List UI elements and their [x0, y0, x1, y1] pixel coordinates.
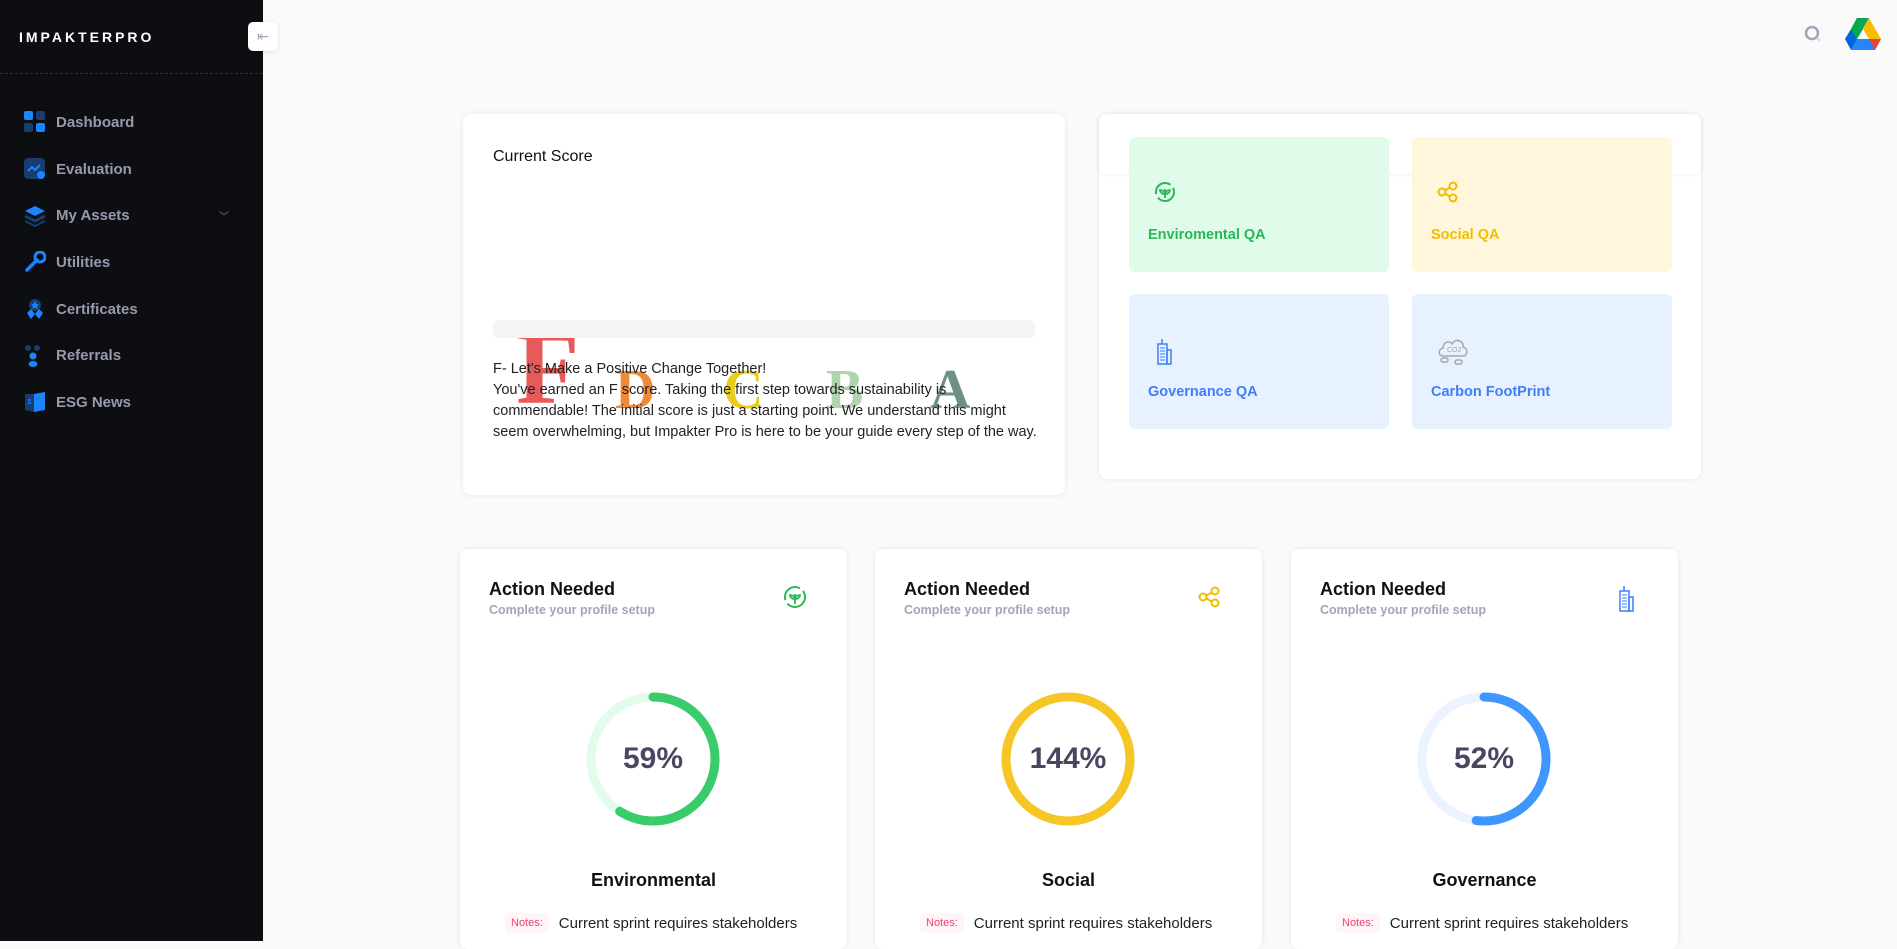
plant-icon — [783, 585, 807, 614]
sidebar: IMPAKTERPRO ⇤ Dashboard Evaluation My As… — [0, 0, 278, 941]
qa-label: Social QA — [1431, 227, 1500, 243]
percent-label: 59% — [622, 742, 684, 775]
environmental-qa-tile[interactable]: Enviromental QA — [1129, 137, 1389, 272]
sidebar-item-label: Dashboard — [56, 113, 135, 131]
sidebar-item-dashboard[interactable]: Dashboard — [0, 99, 263, 146]
sidebar-item-label: Evaluation — [56, 160, 132, 178]
award-icon — [24, 298, 46, 320]
building-icon — [1154, 338, 1176, 371]
book-icon — [24, 391, 46, 413]
qa-label: Carbon FootPrint — [1431, 384, 1551, 400]
sidebar-item-referrals[interactable]: Referrals — [0, 332, 263, 379]
sidebar-item-esg-news[interactable]: ESG News — [0, 379, 263, 426]
building-icon — [1616, 585, 1638, 618]
qa-label: Enviromental QA — [1148, 227, 1266, 243]
action-subtitle: Complete your profile setup — [904, 603, 1070, 617]
arrow-left-icon: ⇤ — [257, 28, 269, 44]
category-label: Environmental — [590, 870, 717, 890]
score-body: You've earned an F score. Taking the fir… — [493, 382, 1037, 440]
action-title: Action Needed — [1320, 579, 1447, 599]
carbon-footprint-tile[interactable]: CO2 Carbon FootPrint — [1412, 294, 1672, 429]
score-progress-track — [493, 320, 1035, 338]
category-label: Governance — [1432, 870, 1537, 890]
divider — [0, 73, 263, 74]
score-headline: F- Let's Make a Positive Change Together… — [493, 361, 767, 377]
co2-cloud-icon: CO2 — [1437, 334, 1469, 371]
category-label: Social — [1041, 870, 1096, 890]
percent-label: 52% — [1453, 742, 1515, 775]
sidebar-item-label: ESG News — [56, 393, 132, 411]
svg-text:CO2: CO2 — [1447, 347, 1462, 354]
dashboard-icon — [24, 111, 46, 133]
plant-icon — [1154, 181, 1176, 208]
search-icon[interactable] — [1803, 24, 1823, 49]
share-icon — [1437, 181, 1459, 208]
logo: IMPAKTERPRO — [19, 29, 155, 45]
sidebar-item-label: Certificates — [56, 300, 138, 318]
action-card-environmental: Action Needed Complete your profile setu… — [460, 549, 847, 949]
sidebar-item-label: Referrals — [56, 347, 122, 365]
sidebar-item-certificates[interactable]: Certificates — [0, 286, 263, 333]
sidebar-item-label: Utilities — [56, 253, 111, 271]
notes-badge: Notes: — [920, 913, 964, 933]
notes-text: Current sprint requires stakeholders — [973, 914, 1213, 932]
current-score-title: Current Score — [493, 148, 593, 165]
social-qa-tile[interactable]: Social QA — [1412, 137, 1672, 272]
notes-text: Current sprint requires stakeholders — [1389, 914, 1629, 932]
current-score-card: Current Score F D C B A F- Let's Make a … — [463, 114, 1065, 495]
sidebar-item-my-assets[interactable]: My Assets ﹀ — [0, 192, 263, 239]
people-icon — [24, 344, 46, 367]
percent-label: 144% — [1029, 742, 1107, 775]
sidebar-item-evaluation[interactable]: Evaluation — [0, 146, 263, 193]
governance-qa-tile[interactable]: Governance QA — [1129, 294, 1389, 429]
notes: Notes: Current sprint requires stakeholde… — [505, 913, 797, 933]
action-card-social: Action Needed Complete your profile setu… — [875, 549, 1262, 949]
notes-badge: Notes: — [505, 913, 549, 933]
sidebar-item-label: My Assets — [56, 207, 130, 225]
share-icon — [1198, 585, 1222, 614]
chevron-down-icon: ﹀ — [219, 212, 229, 224]
notes-badge: Notes: — [1336, 913, 1380, 933]
top-toolbar — [1803, 18, 1897, 55]
sidebar-item-utilities[interactable]: Utilities — [0, 239, 263, 286]
sidebar-menu: Dashboard Evaluation My Assets ﹀ Utilitie… — [0, 99, 263, 426]
google-drive-icon[interactable] — [1845, 18, 1881, 55]
action-subtitle: Complete your profile setup — [1320, 603, 1486, 617]
action-card-governance: Action Needed Complete your profile setu… — [1291, 549, 1678, 949]
action-title: Action Needed — [489, 579, 616, 599]
action-subtitle: Complete your profile setup — [489, 603, 655, 617]
wrench-icon — [24, 251, 46, 273]
action-title: Action Needed — [904, 579, 1031, 599]
score-description: F- Let's Make a Positive Change Together… — [493, 359, 1038, 443]
evaluation-icon — [24, 158, 46, 180]
notes: Notes: Current sprint requires stakeholde… — [1336, 913, 1628, 933]
notes-text: Current sprint requires stakeholders — [558, 914, 798, 932]
collapse-sidebar-button[interactable]: ⇤ — [248, 22, 278, 51]
notes: Notes: Current sprint requires stakeholde… — [920, 913, 1212, 933]
qa-label: Governance QA — [1148, 384, 1258, 400]
layers-icon — [24, 205, 46, 227]
